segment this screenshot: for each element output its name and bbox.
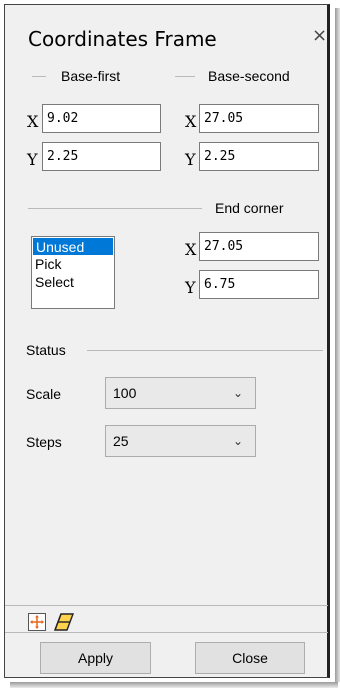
base-second-label: Base-second	[208, 68, 290, 84]
steps-select[interactable]: 25 ⌄	[105, 425, 256, 457]
base-second-y-axis-label: Y	[185, 150, 196, 169]
base-first-y-axis-label: Y	[27, 150, 38, 169]
list-item-pick[interactable]: Pick	[32, 255, 114, 273]
coordinates-frame-panel: Coordinates Frame × Base-first Base-seco…	[4, 4, 330, 678]
scale-label: Scale	[26, 386, 62, 402]
group-line	[32, 76, 46, 77]
close-button[interactable]: Close	[195, 642, 305, 674]
steps-label: Steps	[26, 434, 62, 450]
scale-select-value: 100	[113, 385, 137, 401]
base-second-x-axis-label: X	[185, 112, 197, 131]
end-corner-x-axis-label: X	[185, 240, 197, 259]
window-title: Coordinates Frame	[28, 27, 217, 51]
list-item-select[interactable]: Select	[32, 273, 114, 291]
steps-select-value: 25	[113, 433, 129, 449]
button-row-divider	[5, 632, 328, 633]
window-shadow-bottom	[10, 682, 338, 688]
move-crosshair-icon[interactable]	[27, 612, 47, 632]
toolbar-divider	[5, 605, 328, 606]
group-line	[87, 350, 323, 351]
chevron-down-icon: ⌄	[232, 386, 243, 400]
title-bar: Coordinates Frame ×	[5, 5, 328, 57]
scale-select[interactable]: 100 ⌄	[105, 377, 256, 409]
end-corner-y-axis-label: Y	[185, 278, 196, 297]
eraser-icon[interactable]	[53, 612, 75, 632]
list-item-unused[interactable]: Unused	[33, 238, 113, 255]
group-line	[28, 208, 202, 209]
base-first-label: Base-first	[61, 68, 121, 84]
base-first-x-axis-label: X	[27, 112, 39, 131]
end-corner-y-field[interactable]: 6.75	[199, 270, 319, 299]
window-shadow-right	[335, 8, 340, 682]
base-first-x-field[interactable]: 9.02	[42, 104, 161, 133]
base-first-y-field[interactable]: 2.25	[42, 142, 161, 171]
chevron-down-icon: ⌄	[232, 434, 243, 448]
base-second-x-field[interactable]: 27.05	[199, 104, 319, 133]
status-label: Status	[26, 342, 66, 358]
close-icon[interactable]: ×	[312, 25, 327, 46]
mode-listbox[interactable]: Unused Pick Select	[31, 236, 115, 309]
apply-button[interactable]: Apply	[40, 642, 151, 674]
end-corner-label: End corner	[215, 200, 284, 216]
end-corner-x-field[interactable]: 27.05	[199, 232, 319, 261]
group-line	[175, 76, 195, 77]
base-second-y-field[interactable]: 2.25	[199, 142, 319, 171]
